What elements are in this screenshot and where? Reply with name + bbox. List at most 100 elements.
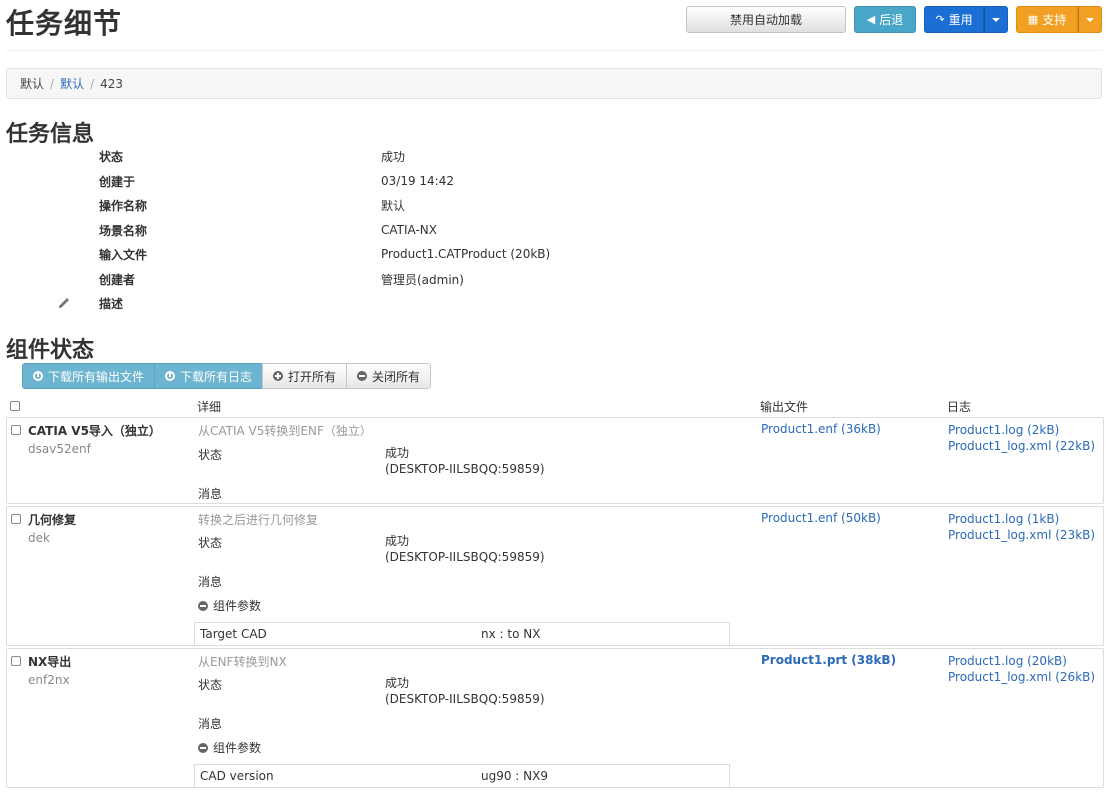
log-links: Product1.log (1kB) Product1_log.xml (23k… bbox=[948, 511, 1095, 543]
component-params-label: 组件参数 bbox=[213, 741, 262, 755]
component-name: NX导出 bbox=[28, 655, 72, 669]
download-icon bbox=[33, 371, 43, 381]
param-key: Target CAD bbox=[200, 627, 267, 641]
component-id: enf2nx bbox=[28, 673, 70, 687]
top-actions: 禁用自动加载 ◀ 后退 ↷ 重用 ▦ 支持 bbox=[686, 6, 1102, 33]
select-all-checkbox[interactable] bbox=[10, 401, 20, 411]
status-host: (DESKTOP-IILSBQQ:59859) bbox=[385, 692, 545, 706]
component-status-value: 成功 (DESKTOP-IILSBQQ:59859) bbox=[385, 445, 545, 477]
breadcrumb-item-operation[interactable]: 默认 bbox=[60, 75, 84, 92]
breadcrumb: 默认 / 默认 / 423 bbox=[6, 68, 1102, 99]
component-checkbox[interactable] bbox=[11, 514, 21, 524]
info-row-created: 创建于 03/19 14:42 bbox=[0, 171, 700, 191]
component-name: 几何修复 bbox=[28, 513, 77, 527]
component-params-toggle[interactable]: 组件参数 bbox=[198, 597, 261, 614]
column-header-output: 输出文件 bbox=[760, 400, 809, 414]
info-row-status: 状态 成功 bbox=[0, 146, 700, 166]
close-all-button[interactable]: 关闭所有 bbox=[346, 363, 432, 389]
reuse-button-group: ↷ 重用 bbox=[924, 6, 1008, 33]
column-header-log: 日志 bbox=[947, 400, 972, 414]
back-label: 后退 bbox=[879, 13, 904, 27]
back-button[interactable]: ◀ 后退 bbox=[854, 6, 916, 33]
reuse-label: 重用 bbox=[948, 13, 973, 27]
breadcrumb-item-task: 423 bbox=[100, 76, 124, 91]
download-all-logs-button[interactable]: 下载所有日志 bbox=[154, 363, 264, 389]
info-label: 输入文件 bbox=[99, 247, 148, 262]
info-value: 成功 bbox=[381, 149, 406, 164]
arrow-left-icon: ◀ bbox=[866, 13, 876, 26]
info-row-operation: 操作名称 默认 bbox=[0, 195, 700, 215]
info-row-creator: 创建者 管理员(admin) bbox=[0, 269, 700, 289]
component-params-table: CAD version ug90 : NX9 bbox=[194, 764, 730, 788]
component-row: CATIA V5导入（独立） dsav52enf 从CATIA V5转换到ENF… bbox=[6, 417, 1104, 504]
component-params-label: 组件参数 bbox=[213, 599, 262, 613]
caret-down-icon bbox=[992, 17, 1000, 22]
info-label: 创建者 bbox=[99, 272, 136, 287]
support-dropdown-button[interactable] bbox=[1078, 6, 1102, 33]
output-file-link[interactable]: Product1.enf (36kB) bbox=[761, 422, 881, 436]
component-checkbox[interactable] bbox=[11, 425, 21, 435]
component-params-toggle[interactable]: 组件参数 bbox=[198, 739, 261, 756]
open-all-button[interactable]: 打开所有 bbox=[262, 363, 348, 389]
component-message-label: 消息 bbox=[198, 717, 223, 731]
breadcrumb-separator: / bbox=[90, 76, 95, 91]
param-key: CAD version bbox=[200, 769, 274, 783]
open-all-label: 打开所有 bbox=[288, 369, 337, 384]
info-value: 03/19 14:42 bbox=[381, 174, 454, 188]
component-id: dek bbox=[28, 531, 50, 545]
info-label: 场景名称 bbox=[99, 223, 148, 238]
output-file-link[interactable]: Product1.prt (38kB) bbox=[761, 653, 896, 667]
header-divider bbox=[6, 50, 1102, 51]
info-label: 状态 bbox=[99, 149, 124, 164]
component-message-label: 消息 bbox=[198, 487, 223, 501]
task-info-title: 任务信息 bbox=[6, 122, 95, 147]
close-all-label: 关闭所有 bbox=[372, 369, 421, 384]
info-value: 管理员(admin) bbox=[381, 272, 464, 287]
plus-circle-icon bbox=[273, 371, 284, 381]
info-row-scenario: 场景名称 CATIA-NX bbox=[0, 220, 700, 240]
download-all-outputs-button[interactable]: 下载所有输出文件 bbox=[22, 363, 156, 389]
log-file-link[interactable]: Product1.log (2kB) bbox=[948, 423, 1059, 437]
output-file-link[interactable]: Product1.enf (50kB) bbox=[761, 511, 881, 525]
operation-link[interactable]: 默认 bbox=[381, 197, 405, 214]
info-row-description: 描述 bbox=[0, 293, 700, 313]
download-all-logs-label: 下载所有日志 bbox=[180, 369, 253, 384]
minus-circle-icon bbox=[198, 600, 208, 611]
component-status-label: 状态 bbox=[198, 448, 223, 462]
breadcrumb-item-root: 默认 bbox=[20, 77, 45, 91]
disable-autoload-button[interactable]: 禁用自动加载 bbox=[686, 6, 846, 33]
status-text: 成功 bbox=[385, 534, 410, 548]
reuse-button[interactable]: ↷ 重用 bbox=[924, 6, 984, 33]
component-message-label: 消息 bbox=[198, 575, 223, 589]
minus-circle-icon bbox=[198, 742, 208, 753]
log-links: Product1.log (20kB) Product1_log.xml (26… bbox=[948, 653, 1095, 685]
input-file-link[interactable]: Product1.CATProduct (20kB) bbox=[381, 247, 550, 261]
log-xml-link[interactable]: Product1_log.xml (22kB) bbox=[948, 439, 1095, 453]
param-value: ug90 : NX9 bbox=[481, 769, 548, 783]
component-description: 从ENF转换到NX bbox=[198, 655, 287, 669]
support-button[interactable]: ▦ 支持 bbox=[1016, 6, 1078, 33]
download-icon bbox=[165, 371, 176, 381]
log-file-link[interactable]: Product1.log (1kB) bbox=[948, 512, 1059, 526]
log-xml-link[interactable]: Product1_log.xml (23kB) bbox=[948, 528, 1095, 542]
pencil-icon[interactable] bbox=[57, 296, 71, 310]
log-file-link[interactable]: Product1.log (20kB) bbox=[948, 654, 1067, 668]
component-id: dsav52enf bbox=[28, 442, 91, 456]
page-title: 任务细节 bbox=[6, 7, 123, 40]
folder-icon: ▦ bbox=[1027, 13, 1039, 26]
component-row: NX导出 enf2nx 从ENF转换到NX 状态 成功 (DESKTOP-IIL… bbox=[6, 648, 1104, 788]
support-button-group: ▦ 支持 bbox=[1016, 6, 1102, 33]
component-status-label: 状态 bbox=[198, 536, 223, 550]
component-toolbar: 下载所有输出文件 下载所有日志 打开所有 关闭所有 bbox=[22, 363, 432, 389]
share-icon: ↷ bbox=[935, 13, 945, 26]
reuse-dropdown-button[interactable] bbox=[984, 6, 1008, 33]
breadcrumb-separator: / bbox=[50, 76, 55, 91]
param-value: nx : to NX bbox=[481, 627, 541, 641]
component-status-value: 成功 (DESKTOP-IILSBQQ:59859) bbox=[385, 533, 545, 565]
component-checkbox[interactable] bbox=[11, 656, 21, 666]
component-description: 从CATIA V5转换到ENF（独立） bbox=[198, 424, 372, 438]
download-all-outputs-label: 下载所有输出文件 bbox=[48, 369, 145, 384]
component-status-title: 组件状态 bbox=[6, 338, 95, 363]
status-host: (DESKTOP-IILSBQQ:59859) bbox=[385, 462, 545, 476]
log-xml-link[interactable]: Product1_log.xml (26kB) bbox=[948, 670, 1095, 684]
